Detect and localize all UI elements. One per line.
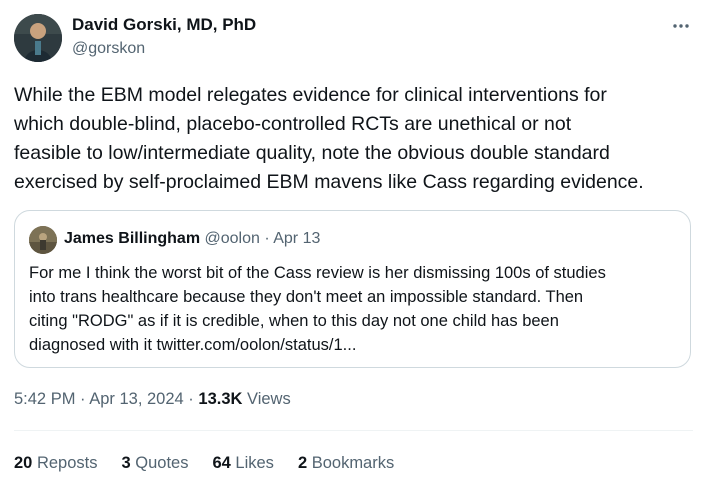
divider [14, 430, 693, 431]
quoted-tweet-card[interactable]: James Billingham @oolon · Apr 13 For me … [14, 210, 691, 368]
tweet-text-line: While the EBM model relegates evidence f… [14, 84, 607, 106]
tweet-time[interactable]: 5:42 PM [14, 390, 75, 408]
bookmarks-label: Bookmarks [307, 454, 395, 472]
meta-separator: · [183, 390, 199, 408]
quoted-tweet-header: James Billingham @oolon · Apr 13 [64, 230, 320, 248]
quotes-count: 3 [121, 454, 131, 472]
reposts-label: Reposts [32, 454, 98, 472]
tweet-timestamp-row: 5:42 PM · Apr 13, 2024 · 13.3K Views [14, 390, 291, 409]
views-count: 13.3K [198, 390, 243, 408]
tweet-date[interactable]: Apr 13, 2024 [89, 390, 184, 408]
quoted-author-handle[interactable]: @oolon [205, 230, 260, 247]
quoted-separator: · [259, 230, 274, 247]
more-horizontal-icon [673, 24, 689, 28]
quoted-tweet-text: For me I think the worst bit of the Cass… [29, 261, 689, 357]
quotes-stat[interactable]: 3 Quotes [121, 454, 188, 473]
engagement-stats: 20 Reposts 3 Quotes 64 Likes 2 Bookmarks [14, 454, 394, 473]
author-handle[interactable]: @gorskon [72, 40, 145, 58]
meta-separator: · [75, 390, 90, 408]
quoted-text-line: into trans healthcare because they don't… [29, 288, 584, 306]
quotes-label: Quotes [130, 454, 189, 472]
tweet-text-line: which double-blind, placebo-controlled R… [14, 113, 572, 135]
reposts-stat[interactable]: 20 Reposts [14, 454, 97, 473]
bookmarks-stat[interactable]: 2 Bookmarks [298, 454, 394, 473]
quoted-author-name[interactable]: James Billingham [64, 230, 200, 247]
more-options-button[interactable] [669, 14, 693, 38]
quoted-author-avatar[interactable] [29, 226, 57, 254]
tweet-text-line: exercised by self-proclaimed EBM mavens … [14, 171, 644, 193]
reposts-count: 20 [14, 454, 33, 472]
quoted-text-line: diagnosed with it twitter.com/oolon/stat… [29, 336, 357, 354]
author-avatar[interactable] [14, 14, 62, 62]
likes-stat[interactable]: 64 Likes [212, 454, 273, 473]
quoted-text-line: For me I think the worst bit of the Cass… [29, 264, 606, 282]
likes-count: 64 [212, 454, 231, 472]
views-label: Views [242, 390, 291, 408]
author-name[interactable]: David Gorski, MD, PhD [72, 15, 256, 35]
tweet-text-line: feasible to low/intermediate quality, no… [14, 142, 610, 164]
quoted-text-line: citing "RODG" as if it is credible, when… [29, 312, 559, 330]
tweet-text: While the EBM model relegates evidence f… [14, 81, 694, 197]
quoted-date[interactable]: Apr 13 [273, 230, 320, 247]
bookmarks-count: 2 [297, 454, 308, 472]
likes-label: Likes [230, 454, 274, 472]
